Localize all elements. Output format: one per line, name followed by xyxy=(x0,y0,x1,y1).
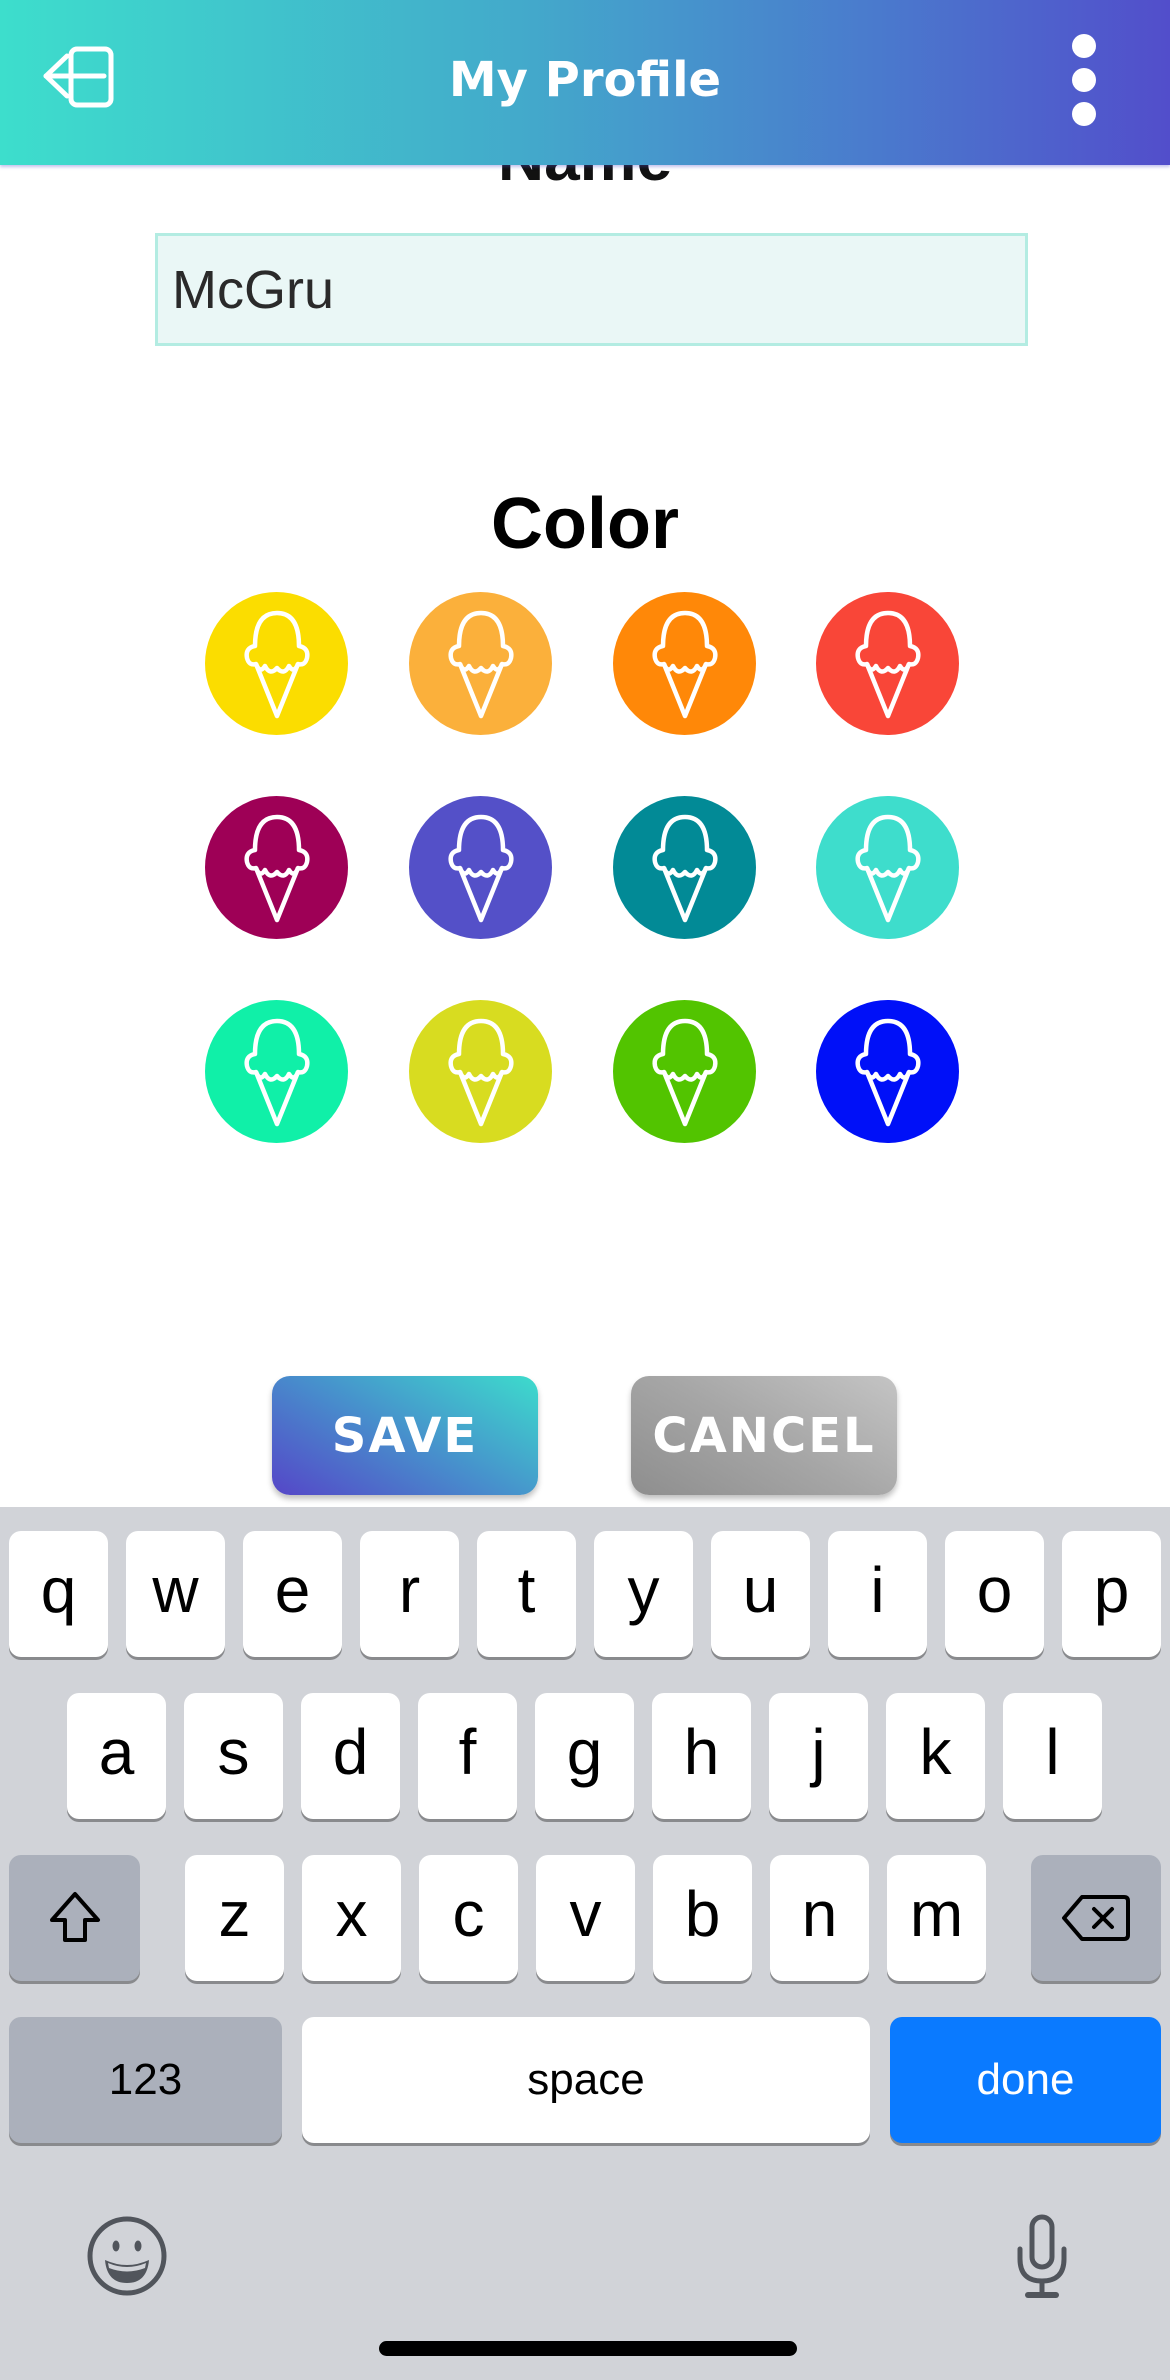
ice-cream-cone-icon xyxy=(243,1018,310,1126)
key-m[interactable]: m xyxy=(887,1855,986,1981)
key-v[interactable]: v xyxy=(536,1855,635,1981)
color-swatch[interactable] xyxy=(205,1000,348,1143)
ice-cream-cone-icon xyxy=(447,610,514,718)
key-w[interactable]: w xyxy=(126,1531,225,1657)
key-x[interactable]: x xyxy=(302,1855,401,1981)
key-g[interactable]: g xyxy=(535,1693,634,1819)
ice-cream-cone-icon xyxy=(447,1018,514,1126)
home-indicator[interactable] xyxy=(379,2341,797,2356)
emoji-icon xyxy=(87,2216,167,2296)
cancel-button[interactable]: CANCEL xyxy=(631,1376,897,1495)
color-swatch[interactable] xyxy=(409,1000,552,1143)
emoji-button[interactable] xyxy=(86,2215,168,2302)
key-r[interactable]: r xyxy=(360,1531,459,1657)
on-screen-keyboard: qwertyuiop asdfghjkl zxcvbnm 123 space don… xyxy=(0,1507,1170,2380)
key-c[interactable]: c xyxy=(419,1855,518,1981)
key-a[interactable]: a xyxy=(67,1693,166,1819)
shift-key[interactable] xyxy=(9,1855,140,1981)
ice-cream-cone-icon xyxy=(651,814,718,922)
ice-cream-cone-icon xyxy=(243,814,310,922)
color-swatch[interactable] xyxy=(816,796,959,939)
page-title: My Profile xyxy=(448,52,722,108)
space-key[interactable]: space xyxy=(302,2017,870,2143)
ice-cream-cone-icon xyxy=(854,814,921,922)
key-l[interactable]: l xyxy=(1003,1693,1102,1819)
color-swatch[interactable] xyxy=(613,1000,756,1143)
key-n[interactable]: n xyxy=(770,1855,869,1981)
shift-icon xyxy=(49,1892,100,1942)
key-h[interactable]: h xyxy=(652,1693,751,1819)
key-k[interactable]: k xyxy=(886,1693,985,1819)
key-t[interactable]: t xyxy=(477,1531,576,1657)
numbers-key[interactable]: 123 xyxy=(9,2017,282,2143)
microphone-icon xyxy=(1017,2214,1067,2298)
key-e[interactable]: e xyxy=(243,1531,342,1657)
save-button[interactable]: SAVE xyxy=(272,1376,538,1495)
ice-cream-cone-icon xyxy=(447,814,514,922)
done-key[interactable]: done xyxy=(890,2017,1161,2143)
color-swatch[interactable] xyxy=(816,592,959,735)
ice-cream-cone-icon xyxy=(651,610,718,718)
name-input[interactable] xyxy=(155,233,1028,346)
more-vertical-icon-dot xyxy=(1072,68,1096,92)
key-p[interactable]: p xyxy=(1062,1531,1161,1657)
color-swatch[interactable] xyxy=(409,592,552,735)
app-header: My Profile xyxy=(0,0,1170,165)
color-swatch[interactable] xyxy=(613,592,756,735)
color-swatch[interactable] xyxy=(205,796,348,939)
more-vertical-icon xyxy=(1072,34,1096,58)
key-s[interactable]: s xyxy=(184,1693,283,1819)
key-y[interactable]: y xyxy=(594,1531,693,1657)
key-d[interactable]: d xyxy=(301,1693,400,1819)
key-o[interactable]: o xyxy=(945,1531,1044,1657)
key-f[interactable]: f xyxy=(418,1693,517,1819)
key-q[interactable]: q xyxy=(9,1531,108,1657)
color-swatch[interactable] xyxy=(816,1000,959,1143)
ice-cream-cone-icon xyxy=(651,1018,718,1126)
backspace-icon xyxy=(1062,1895,1130,1941)
microphone-button[interactable] xyxy=(1012,2213,1072,2306)
more-options-button[interactable] xyxy=(1058,28,1110,132)
key-z[interactable]: z xyxy=(185,1855,284,1981)
ice-cream-cone-icon xyxy=(854,1018,921,1126)
color-swatch[interactable] xyxy=(613,796,756,939)
key-i[interactable]: i xyxy=(828,1531,927,1657)
key-b[interactable]: b xyxy=(653,1855,752,1981)
color-label: Color xyxy=(491,484,679,564)
more-vertical-icon-dot xyxy=(1072,102,1096,126)
ice-cream-cone-icon xyxy=(243,610,310,718)
delete-key[interactable] xyxy=(1031,1855,1161,1981)
key-j[interactable]: j xyxy=(769,1693,868,1819)
key-u[interactable]: u xyxy=(711,1531,810,1657)
ice-cream-cone-icon xyxy=(854,610,921,718)
color-swatch[interactable] xyxy=(205,592,348,735)
color-swatch[interactable] xyxy=(409,796,552,939)
